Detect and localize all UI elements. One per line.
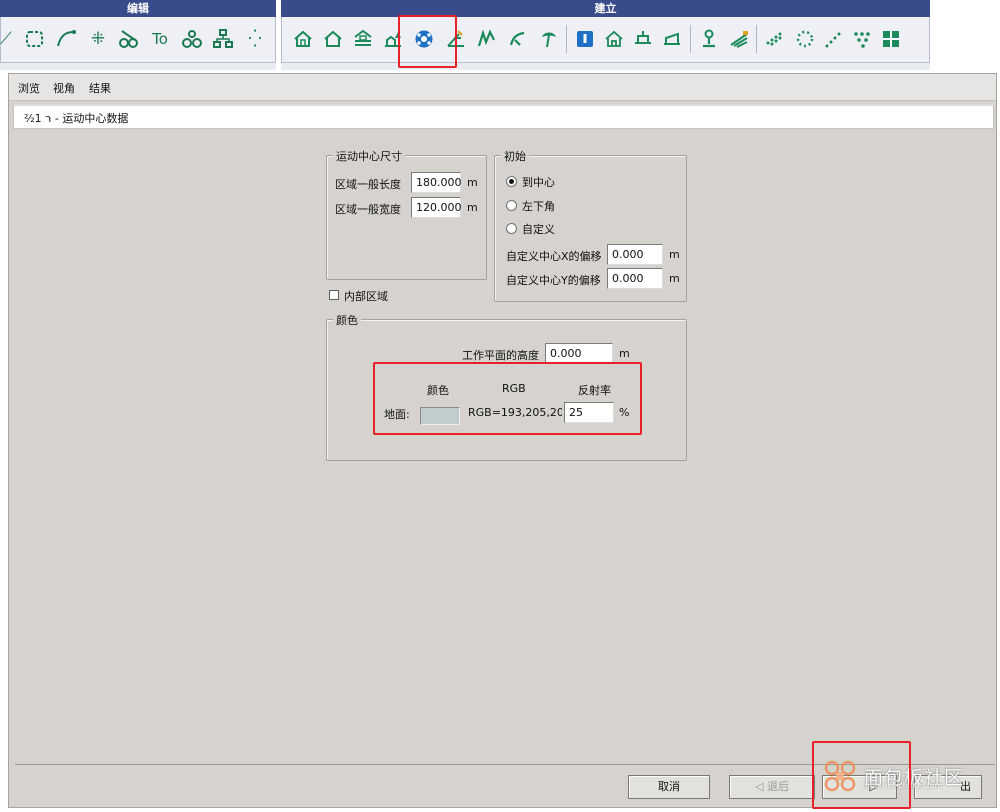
length-unit: m <box>467 176 478 189</box>
facade-tool-icon[interactable] <box>574 28 596 50</box>
work-plane-unit: m <box>619 347 630 360</box>
canopy-tool-icon[interactable] <box>632 28 654 50</box>
dialog-titlebar: ²⁄₂1 ר - 运动中心数据 <box>13 104 994 129</box>
highlight-next-button <box>812 741 911 809</box>
initial-group-legend: 初始 <box>501 148 529 164</box>
shed-tool-icon[interactable] <box>661 28 683 50</box>
highlight-sports-icon <box>398 15 457 68</box>
curve-draw-icon[interactable] <box>55 28 77 50</box>
width-label: 区域一般宽度 <box>335 203 401 216</box>
circle-array-icon[interactable] <box>794 28 816 50</box>
offset-y-input[interactable]: 0.000 <box>607 268 663 289</box>
highlight-color-table <box>373 362 642 435</box>
house-icon[interactable] <box>292 28 314 50</box>
length-label: 区域一般长度 <box>335 178 401 191</box>
radio-custom[interactable] <box>506 223 517 234</box>
cancel-button[interactable]: 取消 <box>628 775 710 799</box>
interior-checkbox[interactable] <box>329 290 339 300</box>
house-outline-icon[interactable] <box>322 28 344 50</box>
length-input[interactable]: 180.000 <box>411 172 462 193</box>
dialog-content: 运动中心尺寸 区域一般长度 180.000 m 区域一般宽度 120.000 m… <box>13 130 992 760</box>
size-group-legend: 运动中心尺寸 <box>333 148 405 164</box>
stairs-tool-icon[interactable] <box>476 28 498 50</box>
radio-center-label: 到中心 <box>522 176 555 189</box>
point-grid-icon[interactable]: ⁜ <box>87 28 109 50</box>
floodlight-icon[interactable] <box>728 28 750 50</box>
grid-array-icon[interactable] <box>880 28 902 50</box>
initial-groupbox: 初始 到中心 左下角 自定义 自定义中心X的偏移 0.000 m 自定义中心Y的… <box>494 148 687 302</box>
menu-browse[interactable]: 浏览 <box>18 80 40 96</box>
polygon-array-icon[interactable] <box>852 28 874 50</box>
dialog-title: ²⁄₂1 ר - 运动中心数据 <box>24 112 129 125</box>
menu-view[interactable]: 视角 <box>53 80 75 96</box>
work-plane-label: 工作平面的高度 <box>462 349 539 362</box>
ribbon-edit-tab[interactable]: 编辑 <box>0 0 276 17</box>
ribbon-edit-group: 编辑 ⟋ ⁜ To ⁛ <box>0 0 276 70</box>
interior-label: 内部区域 <box>344 290 388 303</box>
cut-tool-icon[interactable] <box>118 28 140 50</box>
menu-results[interactable]: 结果 <box>89 80 111 96</box>
draw-line-icon[interactable]: ⟋ <box>0 28 17 50</box>
offset-x-label: 自定义中心X的偏移 <box>506 250 602 263</box>
build-toolbar <box>281 17 930 63</box>
field-array-icon[interactable] <box>764 28 786 50</box>
menu-bar: 浏览 视角 结果 <box>9 74 996 101</box>
main-window: 浏览 视角 结果 ²⁄₂1 ר - 运动中心数据 运动中心尺寸 区域一般长度 1… <box>8 73 997 808</box>
radio-custom-label: 自定义 <box>522 223 555 236</box>
width-unit: m <box>467 201 478 214</box>
offset-y-label: 自定义中心Y的偏移 <box>506 274 601 287</box>
offset-y-unit: m <box>669 272 680 285</box>
group-tool-icon[interactable] <box>212 28 234 50</box>
roof-layers-icon[interactable] <box>352 28 374 50</box>
ribbon-build-tab[interactable]: 建立 <box>281 0 930 17</box>
toolbar-separator <box>756 25 757 53</box>
terrain-tool-icon[interactable] <box>507 28 529 50</box>
offset-x-input[interactable]: 0.000 <box>607 244 663 265</box>
text-tool-icon[interactable]: To <box>149 28 171 50</box>
link-tool-icon[interactable] <box>181 28 203 50</box>
building-frame-icon[interactable] <box>603 28 625 50</box>
radio-center[interactable] <box>506 176 517 187</box>
edit-toolbar: ⟋ ⁜ To ⁛ <box>0 17 276 63</box>
offset-x-unit: m <box>669 248 680 261</box>
width-input[interactable]: 120.000 <box>411 197 462 218</box>
back-button[interactable]: ◁ 退后 <box>729 775 815 799</box>
line-array-icon[interactable] <box>823 28 845 50</box>
radio-lower-left[interactable] <box>506 200 517 211</box>
array-tool-icon[interactable]: ⁛ <box>244 28 266 50</box>
color-group-legend: 颜色 <box>333 312 361 328</box>
size-groupbox: 运动中心尺寸 区域一般长度 180.000 m 区域一般宽度 120.000 m <box>326 148 487 280</box>
region-select-icon[interactable] <box>24 28 46 50</box>
tree-tool-icon[interactable] <box>538 28 560 50</box>
work-plane-input[interactable]: 0.000 <box>545 343 613 364</box>
radio-lower-left-label: 左下角 <box>522 200 555 213</box>
ribbon-build-group: 建立 <box>281 0 930 70</box>
luminaire-tool-icon[interactable] <box>698 28 720 50</box>
toolbar-separator <box>566 25 567 53</box>
toolbar-separator <box>690 25 691 53</box>
